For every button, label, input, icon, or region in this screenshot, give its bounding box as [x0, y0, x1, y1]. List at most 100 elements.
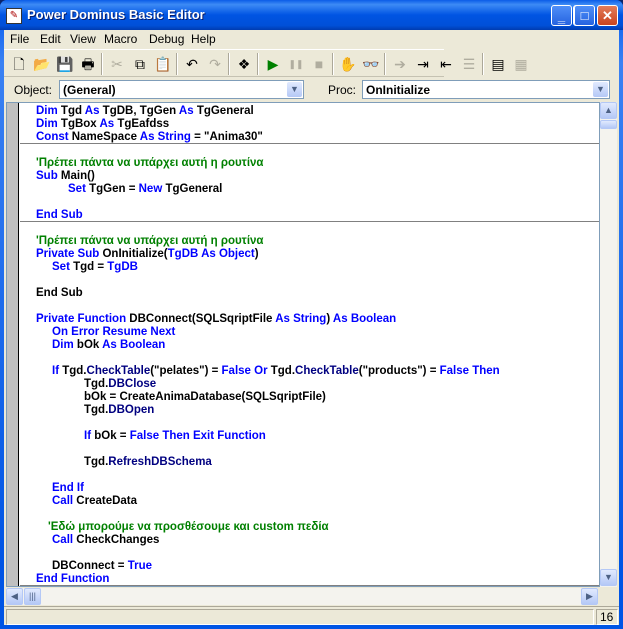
code-line[interactable]: Set Tgd = TgDB: [20, 261, 599, 274]
code-token: Private Function: [36, 313, 130, 325]
code-line[interactable]: Sub Main(): [20, 170, 599, 183]
code-line[interactable]: [20, 469, 599, 482]
watch-glasses-icon[interactable]: 👓: [360, 53, 382, 75]
code-line[interactable]: End Function: [20, 573, 599, 586]
outdent-icon[interactable]: ⇤: [435, 53, 457, 75]
menu-view[interactable]: View: [70, 32, 96, 46]
app-icon[interactable]: ✎: [6, 8, 22, 24]
code-line[interactable]: Dim bOk As Boolean: [20, 339, 599, 352]
pause-icon[interactable]: ❚❚: [285, 53, 307, 75]
code-line[interactable]: [20, 508, 599, 521]
code-token: TgDB, TgGen: [102, 105, 179, 117]
scroll-right-icon[interactable]: ▶: [581, 588, 598, 605]
code-line[interactable]: Private Sub OnInitialize(TgDB As Object): [20, 248, 599, 261]
code-token: bOk =: [94, 430, 130, 442]
code-line[interactable]: [20, 443, 599, 456]
code-line[interactable]: [20, 417, 599, 430]
module-icon[interactable]: ▦: [510, 53, 532, 75]
menu-debug[interactable]: Debug: [149, 32, 184, 46]
chevron-down-icon[interactable]: ▼: [593, 82, 608, 97]
code-line[interactable]: Call CheckChanges: [20, 534, 599, 547]
copy-icon[interactable]: ⧉: [129, 53, 151, 75]
code-line[interactable]: If bOk = False Then Exit Function: [20, 430, 599, 443]
scroll-up-icon[interactable]: ▲: [600, 102, 617, 119]
code-token: Tgd.: [270, 365, 296, 377]
code-line[interactable]: End If: [20, 482, 599, 495]
code-line[interactable]: Dim TgBox As TgEafdss: [20, 118, 599, 131]
indent-icon[interactable]: ⇥: [412, 53, 434, 75]
close-button[interactable]: ✕: [597, 5, 618, 26]
object-browser-icon[interactable]: ❖: [233, 53, 255, 75]
code-line[interactable]: Call CreateData: [20, 495, 599, 508]
vertical-scroll-thumb[interactable]: [600, 120, 617, 129]
comment-block-icon[interactable]: ☰: [458, 53, 480, 75]
code-token: Dim: [36, 118, 61, 130]
breakpoint-hand-icon[interactable]: ✋: [337, 53, 359, 75]
paste-icon[interactable]: 📋: [152, 53, 174, 75]
horizontal-scroll-thumb[interactable]: |||: [24, 588, 41, 605]
save-icon[interactable]: 💾: [54, 53, 76, 75]
undo-icon[interactable]: ↶: [181, 53, 203, 75]
new-icon[interactable]: 🗋: [8, 53, 30, 75]
toolbar: 🗋 📂 💾 🖶 ✂ ⧉ 📋 ↶ ↷ ❖ ▶ ❚❚ ■ ✋ 👓 ➔ ⇥ ⇤ ☰ ▤ ▦: [4, 49, 528, 77]
code-line[interactable]: If Tgd.CheckTable("pelates") = False Or …: [20, 365, 599, 378]
code-token: TgDB: [107, 261, 138, 273]
code-line[interactable]: [20, 196, 599, 209]
vertical-scrollbar[interactable]: ▲ ▼: [600, 102, 617, 587]
code-line[interactable]: Tgd.RefreshDBSchema: [20, 456, 599, 469]
code-line[interactable]: 'Πρέπει πάντα να υπάρχει αυτή η ρουτίνα: [20, 235, 599, 248]
minimize-button[interactable]: ‗: [551, 5, 572, 26]
horizontal-scrollbar[interactable]: ◀ ||| ▶: [6, 588, 598, 605]
code-token: 'Πρέπει πάντα να υπάρχει αυτή η ρουτίνα: [36, 157, 264, 169]
run-icon[interactable]: ▶: [262, 53, 284, 75]
code-line[interactable]: On Error Resume Next: [20, 326, 599, 339]
code-token: TgBox: [60, 118, 100, 130]
code-line[interactable]: Private Function DBConnect(SQLSqriptFile…: [20, 313, 599, 326]
code-line[interactable]: 'Εδώ μπορούμε να προσθέσουμε και custom …: [20, 521, 599, 534]
code-editor[interactable]: Dim Tgd As TgDB, TgGen As TgGeneral Dim T…: [6, 102, 600, 587]
object-dropdown[interactable]: (General) ▼: [59, 80, 304, 99]
step-arrow-icon[interactable]: ➔: [389, 53, 411, 75]
code-line[interactable]: DBConnect = True: [20, 560, 599, 573]
cut-icon[interactable]: ✂: [106, 53, 128, 75]
code-line[interactable]: [20, 274, 599, 287]
code-token: DBConnect =: [52, 560, 128, 572]
menu-macro[interactable]: Macro: [104, 32, 137, 46]
title-bar[interactable]: ✎ Power Dominus Basic Editor _: [0, 0, 623, 30]
code-line[interactable]: [20, 144, 599, 157]
code-line[interactable]: End Sub: [20, 287, 599, 300]
code-line[interactable]: bOk = CreateAnimaDatabase(SQLSqriptFile): [20, 391, 599, 404]
menu-edit[interactable]: Edit: [40, 32, 61, 46]
code-line[interactable]: 'Πρέπει πάντα να υπάρχει αυτή η ρουτίνα: [20, 157, 599, 170]
code-token: NameSpace: [71, 131, 140, 143]
code-token: False Then: [439, 365, 500, 377]
code-line[interactable]: Tgd.DBClose: [20, 378, 599, 391]
stop-icon[interactable]: ■: [308, 53, 330, 75]
proc-dropdown[interactable]: OnInitialize ▼: [362, 80, 610, 99]
redo-icon[interactable]: ↷: [204, 53, 226, 75]
maximize-button[interactable]: □: [574, 5, 595, 26]
code-line[interactable]: Const NameSpace As String = "Anima30": [20, 131, 599, 144]
code-line[interactable]: End Sub: [20, 209, 599, 222]
code-token: Set: [52, 261, 74, 273]
code-line[interactable]: [20, 300, 599, 313]
code-line[interactable]: Dim Tgd As TgDB, TgGen As TgGeneral: [20, 105, 599, 118]
menu-help[interactable]: Help: [191, 32, 216, 46]
code-line[interactable]: [20, 222, 599, 235]
print-icon[interactable]: 🖶: [77, 53, 99, 75]
scroll-left-icon[interactable]: ◀: [6, 588, 23, 605]
code-token: CheckTable: [86, 365, 151, 377]
code-area[interactable]: Dim Tgd As TgDB, TgGen As TgGeneral Dim T…: [20, 105, 599, 586]
code-line[interactable]: Set TgGen = New TgGeneral: [20, 183, 599, 196]
line-number-panel: 16: [596, 609, 618, 625]
chevron-down-icon[interactable]: ▼: [287, 82, 302, 97]
code-line[interactable]: [20, 547, 599, 560]
margin-indicator-bar[interactable]: [7, 103, 19, 586]
form-view-icon[interactable]: ▤: [487, 53, 509, 75]
code-token: False Or: [221, 365, 271, 377]
code-line[interactable]: [20, 352, 599, 365]
menu-file[interactable]: File: [10, 32, 29, 46]
code-line[interactable]: Tgd.DBOpen: [20, 404, 599, 417]
open-icon[interactable]: 📂: [31, 53, 53, 75]
scroll-down-icon[interactable]: ▼: [600, 569, 617, 586]
